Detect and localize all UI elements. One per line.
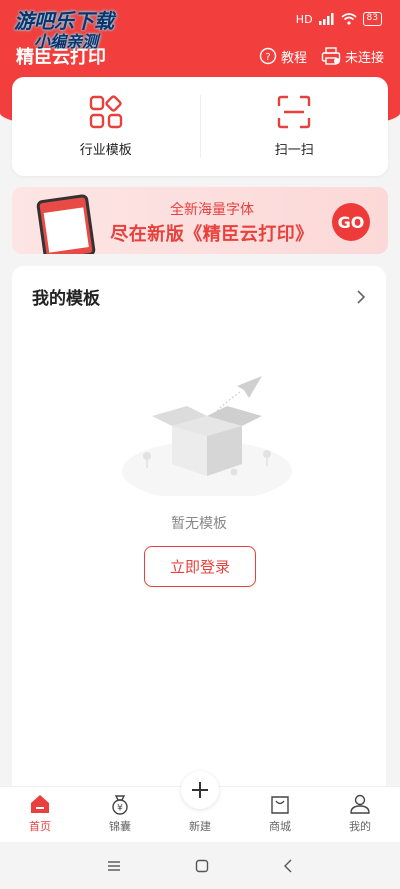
login-button[interactable]: 立即登录 (144, 546, 256, 587)
my-templates-card: 我的模板 暂无模板 立即登录 (12, 266, 386, 796)
industry-template-label: 行业模板 (79, 143, 132, 158)
my-templates-header[interactable]: 我的模板 (32, 284, 366, 309)
template-grid-icon (89, 95, 122, 129)
tab-tips-label: 锦囊 (109, 820, 131, 833)
network-type: HD (295, 12, 313, 26)
battery-indicator: 83 (362, 12, 382, 26)
help-circle-icon: ? (259, 47, 277, 65)
watermark: 游吧乐下载 小编亲测 (14, 10, 149, 51)
connection-status-label: 未连接 (344, 50, 384, 66)
scan-button[interactable]: 扫一扫 (201, 77, 389, 176)
menu-icon[interactable] (107, 860, 121, 872)
tab-home-label: 首页 (29, 820, 51, 833)
svg-text:?: ? (265, 52, 270, 63)
tab-profile[interactable]: 我的 (330, 793, 390, 834)
system-nav-bar (0, 842, 400, 889)
scan-label: 扫一扫 (274, 143, 314, 158)
watermark-line1: 游吧乐下载 (14, 9, 114, 33)
tutorial-button[interactable]: ? 教程 (259, 47, 307, 66)
tab-new[interactable]: 新建 (170, 818, 230, 834)
watermark-line2: 小编亲测 (34, 32, 99, 51)
wifi-icon (341, 13, 357, 25)
printer-connection-button[interactable]: 未连接 (321, 47, 384, 66)
empty-state-text: 暂无模板 (171, 516, 227, 532)
go-button[interactable]: GO (332, 203, 370, 241)
tab-home[interactable]: 首页 (10, 793, 70, 834)
my-templates-title: 我的模板 (32, 289, 100, 309)
shop-bag-icon (271, 796, 289, 814)
new-button[interactable] (181, 771, 219, 809)
tab-shop-label: 商城 (269, 820, 291, 833)
svg-text:¥: ¥ (117, 804, 123, 814)
tab-tips[interactable]: ¥ 锦囊 (90, 793, 150, 834)
home-nav-icon[interactable] (195, 859, 209, 873)
profile-icon (350, 794, 370, 814)
banner-subtitle: 全新海量字体 (170, 202, 254, 218)
promo-banner[interactable]: 全新海量字体 尽在新版《精臣云打印》 GO (12, 187, 388, 254)
chevron-right-icon (357, 289, 366, 304)
home-icon (31, 795, 49, 813)
signal-icon (318, 13, 334, 25)
tutorial-label: 教程 (280, 50, 307, 66)
tab-shop[interactable]: 商城 (250, 793, 310, 834)
scan-icon (278, 95, 311, 129)
banner-title: 尽在新版《精臣云打印》 (110, 224, 314, 245)
plus-icon (192, 782, 208, 798)
quick-actions-card: 行业模板 扫一扫 (12, 77, 388, 176)
industry-template-button[interactable]: 行业模板 (12, 77, 200, 176)
tab-new-label: 新建 (189, 820, 211, 833)
money-bag-icon: ¥ (112, 795, 128, 815)
printer-icon (321, 47, 341, 65)
phone-illustration (35, 193, 97, 254)
empty-box-illustration (122, 376, 292, 496)
top-actions: ? 教程 未连接 (259, 47, 384, 66)
back-icon[interactable] (283, 859, 293, 873)
tab-profile-label: 我的 (349, 820, 371, 833)
